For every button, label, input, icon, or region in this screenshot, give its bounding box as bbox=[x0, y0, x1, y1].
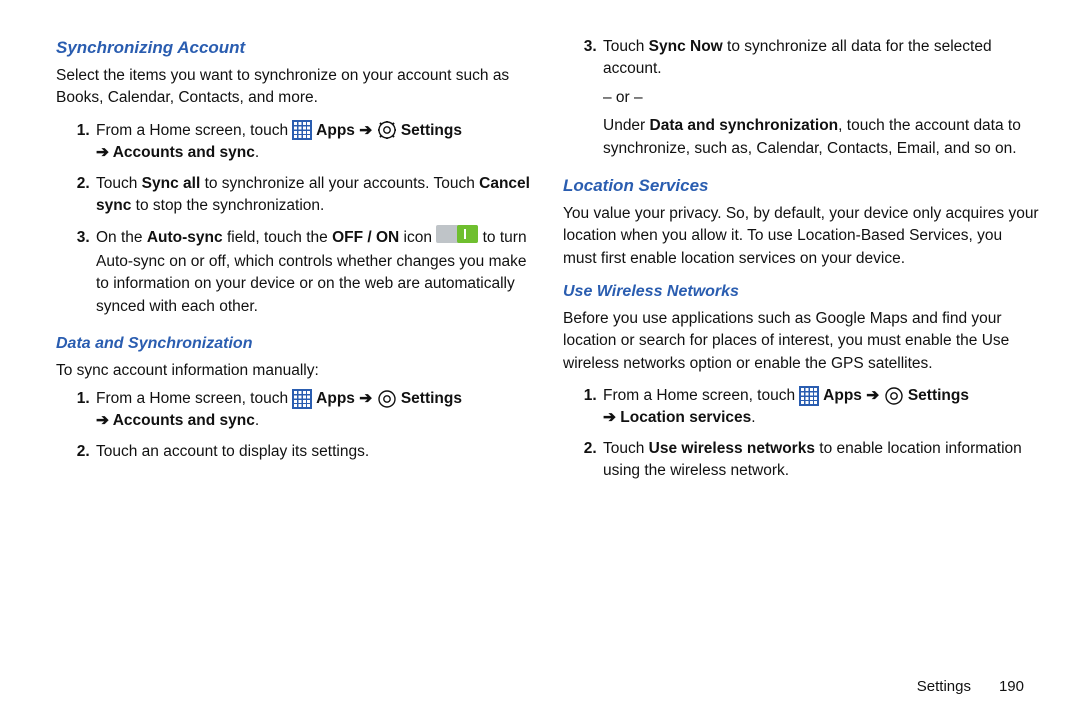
list-item: On the Auto-sync field, touch the OFF / … bbox=[94, 225, 533, 318]
intro-wireless: Before you use applications such as Goog… bbox=[563, 308, 1040, 375]
settings-label: Settings bbox=[397, 390, 462, 407]
step-text: Touch bbox=[603, 38, 649, 55]
settings-label: Settings bbox=[397, 122, 462, 139]
continued-steps: Touch Sync Now to synchronize all data f… bbox=[563, 36, 1040, 160]
list-item: Touch Use wireless networks to enable lo… bbox=[601, 438, 1040, 483]
sync-steps: From a Home screen, touch Apps ➔ Setting… bbox=[56, 120, 533, 319]
page-footer: Settings 190 bbox=[917, 676, 1024, 698]
auto-sync-label: Auto-sync bbox=[147, 229, 223, 246]
apps-grid-icon bbox=[292, 389, 312, 409]
step-text: Touch bbox=[603, 440, 649, 457]
list-item: Touch Sync Now to synchronize all data f… bbox=[601, 36, 1040, 160]
list-item: Touch an account to display its settings… bbox=[94, 441, 533, 463]
footer-page-number: 190 bbox=[999, 678, 1024, 695]
step-text: icon bbox=[399, 229, 436, 246]
intro-data-sync: To sync account information manually: bbox=[56, 360, 533, 382]
step-text: From a Home screen, touch bbox=[603, 387, 799, 404]
list-item: From a Home screen, touch Apps ➔ Setting… bbox=[601, 385, 1040, 430]
heading-location-services: Location Services bbox=[563, 174, 1040, 199]
right-column: Touch Sync Now to synchronize all data f… bbox=[563, 36, 1040, 720]
step-text: Under bbox=[603, 117, 650, 134]
period: . bbox=[751, 409, 755, 426]
apps-label: Apps bbox=[312, 390, 359, 407]
left-column: Synchronizing Account Select the items y… bbox=[56, 36, 533, 720]
arrow-icon: ➔ bbox=[96, 412, 109, 429]
arrow-icon: ➔ bbox=[96, 144, 109, 161]
step-text: Touch an account to display its settings… bbox=[96, 443, 369, 460]
step-text: to synchronize all your accounts. Touch bbox=[200, 175, 479, 192]
apps-label: Apps bbox=[819, 387, 866, 404]
step-text: On the bbox=[96, 229, 147, 246]
heading-data-sync: Data and Synchronization bbox=[56, 332, 533, 355]
period: . bbox=[255, 144, 259, 161]
step-text: to stop the synchronization. bbox=[131, 197, 324, 214]
step-text: From a Home screen, touch bbox=[96, 390, 292, 407]
sync-now-label: Sync Now bbox=[649, 38, 723, 55]
data-sync-steps: From a Home screen, touch Apps ➔ Setting… bbox=[56, 388, 533, 463]
settings-label: Settings bbox=[904, 387, 969, 404]
list-item: From a Home screen, touch Apps ➔ Setting… bbox=[94, 120, 533, 165]
list-item: From a Home screen, touch Apps ➔ Setting… bbox=[94, 388, 533, 433]
intro-sync-account: Select the items you want to synchronize… bbox=[56, 65, 533, 110]
list-item: Touch Sync all to synchronize all your a… bbox=[94, 173, 533, 218]
arrow-icon: ➔ bbox=[359, 122, 372, 139]
toggle-icon bbox=[436, 225, 478, 250]
accounts-sync-label: Accounts and sync bbox=[109, 144, 255, 161]
step-text: field, touch the bbox=[223, 229, 332, 246]
arrow-icon: ➔ bbox=[866, 387, 879, 404]
heading-wireless: Use Wireless Networks bbox=[563, 280, 1040, 303]
off-on-label: OFF / ON bbox=[332, 229, 399, 246]
footer-section: Settings bbox=[917, 678, 971, 695]
wireless-steps: From a Home screen, touch Apps ➔ Setting… bbox=[563, 385, 1040, 483]
gear-icon bbox=[377, 389, 397, 409]
data-sync-label: Data and synchronization bbox=[650, 117, 839, 134]
intro-location: You value your privacy. So, by default, … bbox=[563, 203, 1040, 270]
step-text: From a Home screen, touch bbox=[96, 122, 292, 139]
manual-page: Synchronizing Account Select the items y… bbox=[0, 0, 1080, 720]
arrow-icon: ➔ bbox=[603, 409, 616, 426]
sync-all-label: Sync all bbox=[142, 175, 201, 192]
location-services-label: Location services bbox=[616, 409, 751, 426]
gear-icon bbox=[377, 120, 397, 140]
or-divider: – or – bbox=[603, 87, 1040, 109]
arrow-icon: ➔ bbox=[359, 390, 372, 407]
step-text: Touch bbox=[96, 175, 142, 192]
use-wireless-label: Use wireless networks bbox=[649, 440, 815, 457]
period: . bbox=[255, 412, 259, 429]
heading-sync-account: Synchronizing Account bbox=[56, 36, 533, 61]
gear-icon bbox=[884, 386, 904, 406]
apps-label: Apps bbox=[312, 122, 359, 139]
accounts-sync-label: Accounts and sync bbox=[109, 412, 255, 429]
apps-grid-icon bbox=[799, 386, 819, 406]
apps-grid-icon bbox=[292, 120, 312, 140]
